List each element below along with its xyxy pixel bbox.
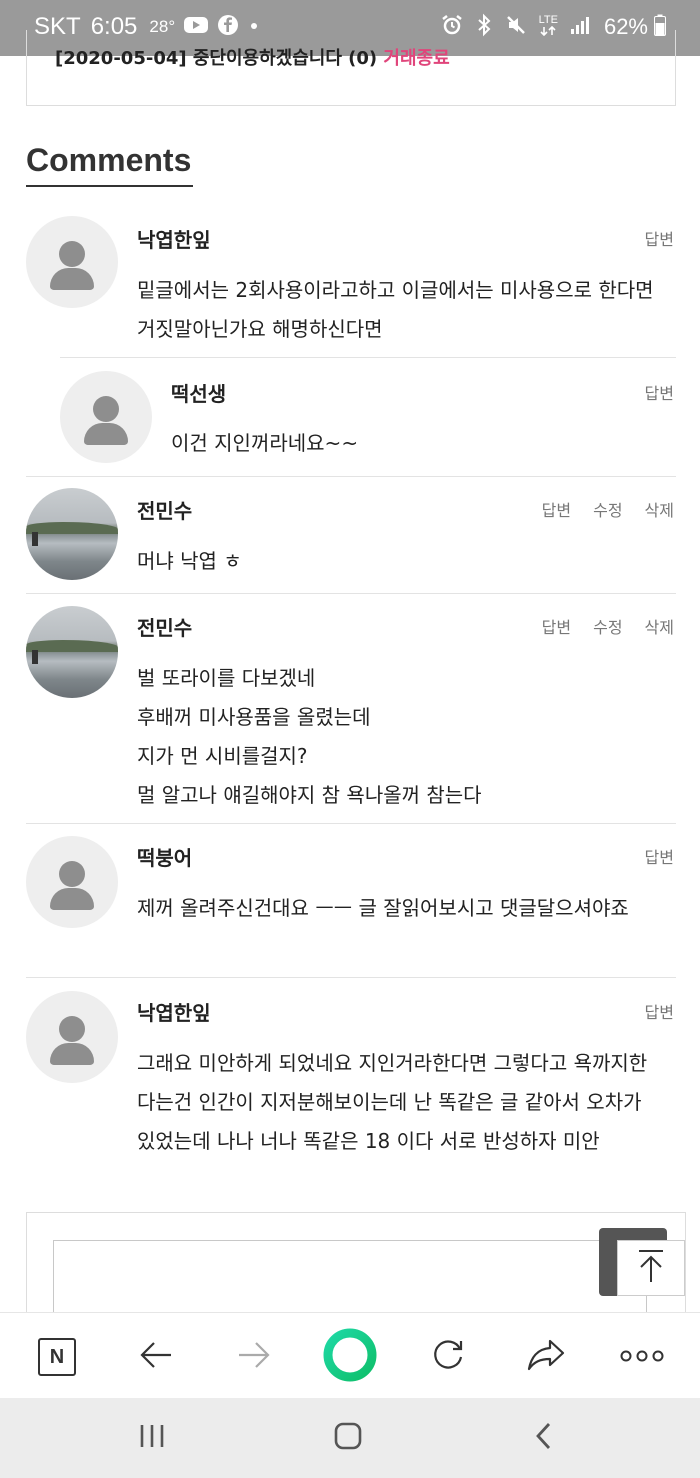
forward-arrow-icon [237,1340,271,1374]
comment-author[interactable]: 낙엽한잎 [137,224,211,253]
avatar [26,216,118,308]
comment-author[interactable]: 떡선생 [171,378,226,407]
comment-author[interactable]: 전민수 [137,612,192,641]
comment-text: 제꺼 올려주신건대요 ㅡㅡ 글 잘읽어보시고 댓글달으셔야죠 [137,896,629,920]
comment-text: 밑글에서는 2회사용이라고하고 이글에서는 미사용으로 한다면 거짓말아닌가요 … [137,278,654,341]
avatar [26,836,118,928]
reply-button[interactable]: 답변 [542,618,571,637]
naver-label: N [49,1345,65,1368]
recent-apps-button[interactable] [132,1420,172,1456]
home-button[interactable] [328,1420,368,1456]
reply-button[interactable]: 답변 [645,384,674,403]
refresh-button[interactable] [424,1333,472,1381]
reply-button[interactable]: 답변 [645,230,674,249]
comment-actions: 답변 [623,844,674,868]
comment-divider [26,476,676,477]
comment-line: 벌 또라이를 다보겠네 [137,666,316,690]
recent-apps-icon [138,1423,166,1453]
comment-text: 머냐 낙엽 ㅎ [137,549,242,573]
comments-heading-underline [26,185,193,187]
more-button[interactable] [618,1333,666,1381]
comment-divider [26,977,676,978]
naver-home-icon: N [38,1338,76,1376]
system-navigation-bar [0,1398,700,1478]
avatar [60,371,152,463]
reply-button[interactable]: 답변 [542,501,571,520]
refresh-icon [430,1337,466,1377]
edit-button[interactable]: 수정 [593,501,622,520]
share-button[interactable] [522,1333,570,1381]
back-arrow-icon [139,1340,173,1374]
comment-line: 지가 먼 시비를걸지? [137,744,308,768]
avatar [26,991,118,1083]
delete-button[interactable]: 삭제 [645,501,674,520]
lte-label: LTE [538,14,558,26]
comment-divider [60,357,676,358]
comment-text: 그래요 미안하게 되었네요 지인거라한다면 그렇다고 욕까지한다는건 인간이 지… [137,1051,648,1153]
comment-line: 후배꺼 미사용품을 올렸는데 [137,705,371,729]
avatar [26,606,118,698]
system-back-icon [534,1422,554,1454]
green-dot-icon [323,1328,377,1386]
edit-button[interactable]: 수정 [593,618,622,637]
home-icon [333,1421,363,1455]
comment-divider [26,823,676,824]
comment-actions: 답변 [623,226,674,250]
comment-actions: 답변 [623,999,674,1023]
post-history-line[interactable]: [2020-05-04] 중단이용하겠습니다 (0) 거래종료 [55,44,450,70]
browser-toolbar: N [0,1312,700,1398]
comment-actions: 답변 [623,380,674,404]
comment-author[interactable]: 낙엽한잎 [137,997,211,1026]
reply-button[interactable]: 답변 [645,848,674,867]
system-back-button[interactable] [524,1420,564,1456]
share-icon [526,1338,566,1376]
scroll-to-top-button[interactable] [617,1240,685,1296]
avatar [26,488,118,580]
post-info-card: [2020-05-04] 중단이용하겠습니다 (0) 거래종료 [26,30,676,106]
comment-text: 벌 또라이를 다보겠네 후배꺼 미사용품을 올렸는데 지가 먼 시비를걸지? 멀… [137,659,657,815]
green-dot-button[interactable] [321,1328,379,1386]
comment-author[interactable]: 전민수 [137,495,192,524]
comment-line: 멀 알고나 얘길해야지 참 욕나올꺼 참는다 [137,783,482,807]
comments-heading: Comments [26,142,192,178]
post-history-text: [2020-05-04] 중단이용하겠습니다 (0) [55,48,378,69]
comment-author[interactable]: 떡붕어 [137,842,192,871]
more-icon [620,1348,664,1367]
comment-actions: 답변 수정 삭제 [520,614,674,638]
naver-home-button[interactable]: N [33,1333,81,1381]
back-button[interactable] [132,1333,180,1381]
comment-text: 이건 지인꺼라네요~~ [171,431,359,455]
comment-actions: 답변 수정 삭제 [520,497,674,521]
comment-divider [26,593,676,594]
arrow-up-to-top-icon [635,1248,667,1288]
post-status-tag: 거래종료 [383,48,450,69]
reply-button[interactable]: 답변 [645,1003,674,1022]
forward-button[interactable] [230,1333,278,1381]
delete-button[interactable]: 삭제 [645,618,674,637]
